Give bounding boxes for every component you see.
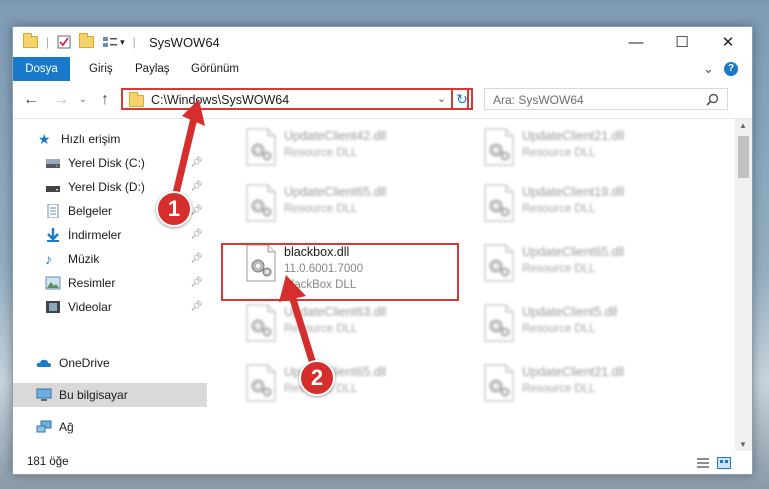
callout-1: 1 [156,191,192,227]
callout-2: 2 [299,360,335,396]
arrowhead-2 [279,275,306,302]
annotation-arrows [168,99,322,382]
